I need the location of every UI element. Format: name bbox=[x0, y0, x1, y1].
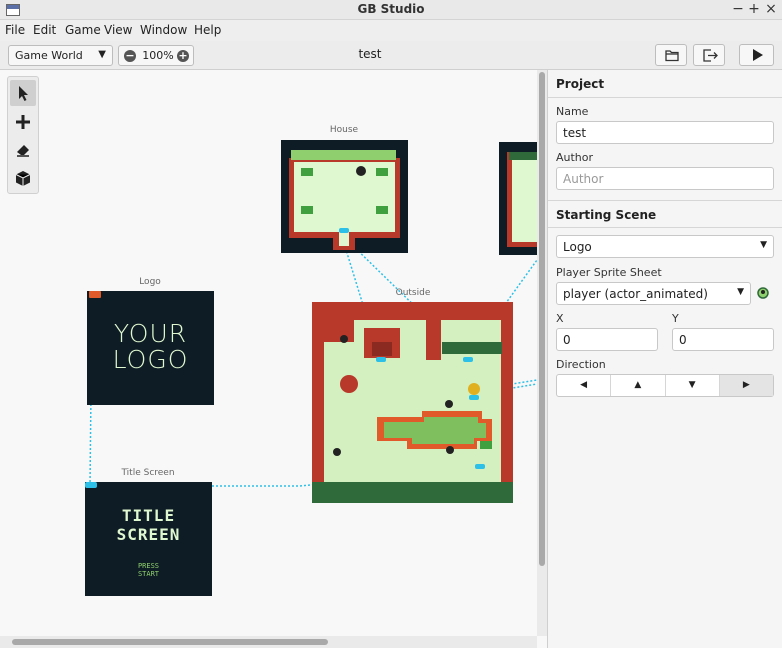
menu-file[interactable]: File bbox=[5, 23, 25, 37]
partial-map bbox=[507, 152, 537, 247]
vertical-scrollbar[interactable] bbox=[537, 70, 547, 636]
start-scene-flag-icon bbox=[89, 291, 101, 298]
scene-label-title-screen: Title Screen bbox=[121, 468, 175, 478]
scene-label-logo: Logo bbox=[139, 277, 161, 287]
direction-buttons: ◀ ▲ ▼ ▶ bbox=[556, 374, 774, 397]
menu-window[interactable]: Window bbox=[140, 23, 187, 37]
starting-scene-select[interactable]: Logo ▼ bbox=[556, 235, 774, 258]
menu-edit[interactable]: Edit bbox=[33, 23, 56, 37]
window-title: GB Studio bbox=[357, 2, 425, 16]
direction-left-button[interactable]: ◀ bbox=[557, 375, 612, 396]
outside-map bbox=[312, 302, 513, 503]
starting-scene-value: Logo bbox=[563, 240, 592, 254]
direction-label: Direction bbox=[556, 358, 606, 371]
x-field[interactable]: 0 bbox=[556, 328, 658, 351]
scene-partial[interactable] bbox=[499, 142, 537, 255]
starting-scene-header: Starting Scene bbox=[548, 200, 782, 228]
scene-label-outside: Outside bbox=[395, 288, 431, 298]
menu-bar: File Edit Game View Window Help bbox=[0, 20, 782, 41]
view-select[interactable]: Game World ▼ bbox=[8, 45, 113, 66]
toolbar: Game World ▼ − 100% + test bbox=[0, 41, 782, 70]
zoom-control: − 100% + bbox=[118, 45, 194, 66]
chevron-down-icon: ▼ bbox=[98, 49, 106, 60]
sprite-label: Player Sprite Sheet bbox=[556, 266, 662, 279]
direction-down-button[interactable]: ▼ bbox=[666, 375, 720, 396]
export-icon bbox=[703, 49, 718, 62]
run-button[interactable] bbox=[739, 44, 774, 66]
press-text: PRESS bbox=[137, 562, 160, 570]
menu-view[interactable]: View bbox=[104, 23, 132, 37]
chevron-down-icon: ▼ bbox=[760, 240, 767, 250]
author-field[interactable]: Author bbox=[556, 167, 774, 190]
house-map bbox=[289, 150, 400, 250]
name-label: Name bbox=[556, 105, 589, 118]
title-text-line2: SCREEN bbox=[116, 525, 181, 544]
play-icon bbox=[753, 49, 763, 61]
project-sidebar: Project Name test Author Author Starting… bbox=[547, 70, 782, 648]
player-sprite-value: player (actor_animated) bbox=[563, 287, 708, 301]
open-folder-button[interactable] bbox=[655, 44, 687, 66]
player-sprite-select[interactable]: player (actor_animated) ▼ bbox=[556, 282, 751, 305]
scene-trigger-marker bbox=[85, 482, 97, 488]
x-label: X bbox=[556, 312, 564, 325]
project-name: test bbox=[358, 47, 382, 61]
scene-outside[interactable] bbox=[312, 302, 513, 503]
direction-right-button[interactable]: ▶ bbox=[719, 375, 773, 396]
direction-up-button[interactable]: ▲ bbox=[611, 375, 666, 396]
scene-house[interactable] bbox=[281, 140, 408, 253]
name-field[interactable]: test bbox=[556, 121, 774, 144]
y-label: Y bbox=[672, 312, 679, 325]
scene-label-house: House bbox=[329, 125, 359, 135]
zoom-out-button[interactable]: − bbox=[124, 50, 136, 62]
scene-title-screen[interactable]: TITLE SCREEN PRESS START bbox=[85, 482, 212, 596]
minimize-button[interactable]: − bbox=[730, 1, 746, 17]
author-label: Author bbox=[556, 151, 594, 164]
horizontal-scrollbar[interactable] bbox=[0, 636, 537, 648]
zoom-in-button[interactable]: + bbox=[177, 50, 189, 62]
sprite-preview-icon bbox=[757, 287, 769, 299]
menu-game[interactable]: Game bbox=[65, 23, 101, 37]
y-field[interactable]: 0 bbox=[672, 328, 774, 351]
title-text-line1: TITLE bbox=[121, 506, 176, 525]
chevron-down-icon: ▼ bbox=[737, 287, 744, 297]
title-bar: GB Studio − + × bbox=[0, 0, 782, 20]
scene-logo[interactable]: YOUR LOGO bbox=[87, 291, 214, 405]
close-button[interactable]: × bbox=[763, 1, 779, 17]
vertical-scroll-thumb[interactable] bbox=[539, 72, 545, 566]
zoom-level: 100% bbox=[142, 49, 174, 62]
world-canvas[interactable]: House Logo YOUR LOGO Outside Title Scree… bbox=[0, 70, 547, 648]
folder-icon bbox=[665, 50, 679, 62]
export-button[interactable] bbox=[693, 44, 725, 66]
project-header: Project bbox=[548, 70, 782, 98]
menu-help[interactable]: Help bbox=[194, 23, 221, 37]
logo-text-line2: LOGO bbox=[112, 345, 189, 374]
view-select-value: Game World bbox=[15, 49, 83, 62]
horizontal-scroll-thumb[interactable] bbox=[12, 639, 328, 645]
start-text: START bbox=[137, 570, 160, 578]
maximize-button[interactable]: + bbox=[746, 1, 762, 17]
logo-text-line1: YOUR bbox=[113, 319, 188, 348]
